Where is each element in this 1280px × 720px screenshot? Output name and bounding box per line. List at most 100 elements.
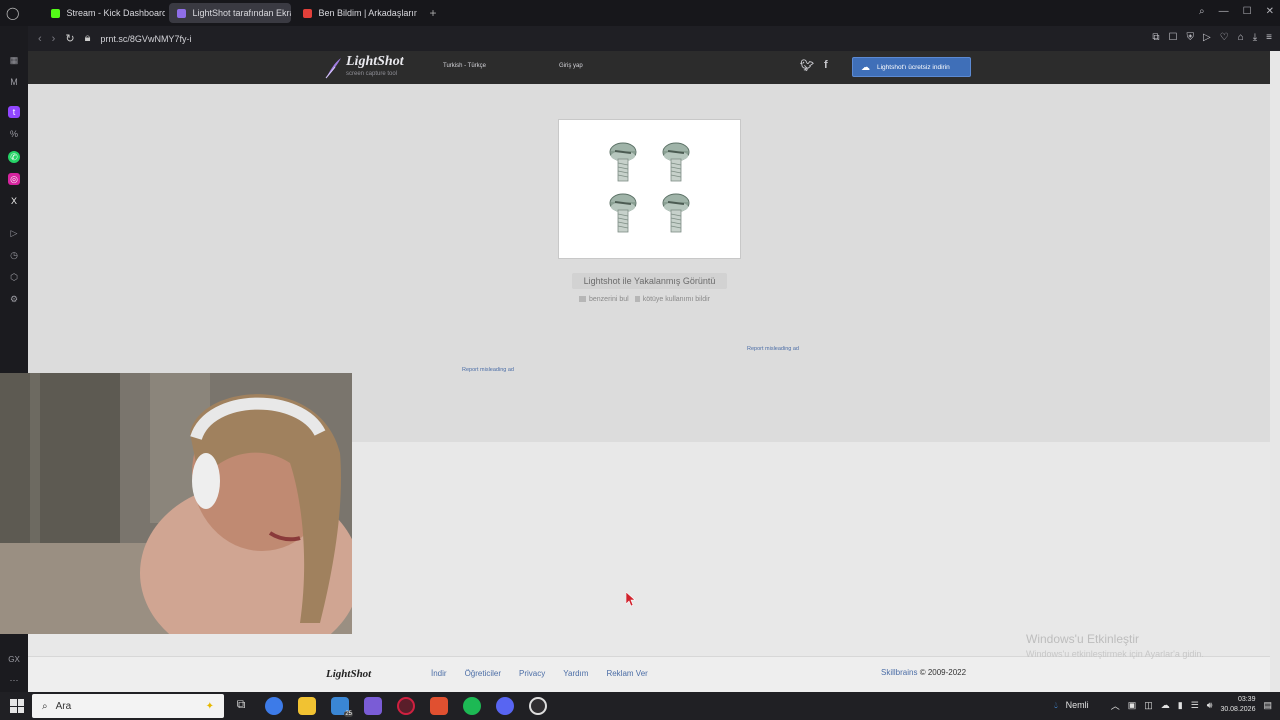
camera-icon (579, 296, 586, 303)
mouse-cursor-icon (626, 592, 636, 607)
reload-icon[interactable]: ↻ (65, 32, 74, 45)
photos-icon[interactable]: 25 (331, 697, 353, 717)
skillbrains-link[interactable]: Skillbrains (881, 668, 917, 677)
activation-subtitle: Windows'u etkinleştirmek için Ayarlar'a … (1026, 649, 1204, 659)
feather-icon (325, 58, 341, 79)
aria-icon[interactable]: M (8, 76, 20, 88)
app-red-icon[interactable] (430, 697, 448, 715)
wallet-icon[interactable]: ⌂ (1238, 32, 1244, 43)
spotify-icon[interactable] (463, 697, 481, 715)
workspace-icon[interactable]: ▦ (8, 54, 20, 66)
lock-icon: 🔒︎ (84, 32, 91, 44)
taskbar-search[interactable]: ⌕ Ara ✦ (32, 694, 224, 718)
copilot-icon[interactable] (265, 697, 283, 715)
search-tabs-icon[interactable]: ⌕ (1199, 6, 1205, 17)
copyright: Skillbrains © 2009-2022 (881, 668, 967, 677)
cloud-download-icon: ☁ (861, 61, 870, 72)
weather-label[interactable]: Nemli (1066, 700, 1089, 710)
download-icon[interactable]: ⤓ (1253, 32, 1257, 43)
back-icon[interactable]: ‹ (38, 33, 42, 45)
usb-icon[interactable]: ▮ (1178, 700, 1183, 711)
lightshot-footer: LightShot İndir Öğreticiler Privacy Yard… (28, 656, 1270, 692)
play-icon[interactable]: ▷ (1203, 32, 1211, 43)
tray-network-icon[interactable]: ◫ (1144, 700, 1153, 711)
footer-logo[interactable]: LightShot (326, 668, 371, 680)
report-abuse-link[interactable]: kötüye kullanımı bildir (634, 296, 710, 303)
more-icon[interactable]: ⋯ (8, 674, 20, 686)
screws-image (609, 142, 690, 233)
download-button-label: Lightshot'ı ücretsiz indirin (877, 63, 950, 71)
report-ad-link[interactable]: Report misleading ad (747, 346, 799, 352)
url-field[interactable]: prnt.sc/8GVwNMY7fy-i (100, 34, 191, 44)
opera-menu-icon[interactable]: ◯ (6, 3, 19, 23)
twitch-icon[interactable]: t (8, 106, 20, 118)
find-similar-link[interactable]: benzerini bul (579, 296, 629, 303)
weather-icon[interactable]: 💧︎ (1054, 700, 1058, 711)
discord-icon[interactable] (496, 697, 514, 715)
x-icon[interactable]: X (8, 195, 20, 207)
social-links: 🐦︎ f (800, 59, 828, 72)
player-icon[interactable]: ▷ (8, 227, 20, 239)
tab-lightshot[interactable]: LightShot tarafından Ekran (169, 3, 292, 23)
windows-start-icon[interactable] (10, 699, 24, 713)
twitter-icon[interactable]: 🐦︎ (800, 59, 814, 72)
footer-link-help[interactable]: Yardım (563, 669, 588, 678)
language-selector[interactable]: Turkish - Türkçe (443, 63, 486, 69)
browser-tabbar: ◯ Stream - Kick Dashboard LightShot tara… (0, 0, 1280, 26)
heart-icon[interactable]: ♡ (1220, 32, 1229, 43)
tray-overflow-icon[interactable]: ︿ (1111, 699, 1120, 712)
tray-cloud-icon[interactable]: ☁ (1161, 700, 1170, 711)
page-scrollbar[interactable] (1270, 51, 1280, 692)
extensions-icon[interactable]: ⬡ (8, 271, 20, 283)
search-placeholder: Ara (55, 700, 72, 712)
tab-kick-dashboard[interactable]: Stream - Kick Dashboard (43, 3, 165, 23)
tray-app-icon[interactable]: ▣ (1128, 700, 1137, 711)
tab-label: LightShot tarafından Ekran (192, 8, 292, 18)
task-view-icon[interactable]: ⧉ (232, 697, 250, 715)
download-lightshot-button[interactable]: ☁ Lightshot'ı ücretsiz indirin (852, 57, 971, 77)
instagram-icon[interactable]: ◎ (8, 173, 20, 185)
tab-view-icon[interactable]: ☐ (1169, 32, 1178, 43)
footer-link-privacy[interactable]: Privacy (519, 669, 545, 678)
wifi-icon[interactable]: ☰ (1191, 700, 1199, 711)
shield-icon[interactable]: ⛨ (1187, 32, 1195, 43)
windows-activation-watermark: Windows'u Etkinleştir Windows'u etkinleş… (1026, 632, 1204, 659)
history-icon[interactable]: ◷ (8, 249, 20, 261)
report-ad-link[interactable]: Report misleading ad (462, 367, 514, 373)
tab-label: Stream - Kick Dashboard (66, 8, 166, 18)
time: 03:39 (1237, 696, 1256, 703)
minimize-icon[interactable]: — (1219, 6, 1229, 17)
store-icon[interactable] (364, 697, 382, 715)
footer-link-download[interactable]: İndir (431, 669, 447, 678)
footer-link-advertise[interactable]: Reklam Ver (606, 669, 647, 678)
maximize-icon[interactable]: ☐ (1243, 6, 1252, 17)
tab-label: Ben Bildim | Arkadaşlarınla (318, 8, 418, 18)
tab-ben-bildim[interactable]: Ben Bildim | Arkadaşlarınla (295, 3, 417, 23)
footer-link-tutorials[interactable]: Öğreticiler (465, 669, 501, 678)
obs-icon[interactable] (529, 697, 547, 715)
lightshot-feather-icon (177, 8, 187, 18)
menu-icon[interactable]: ≡ (1266, 32, 1272, 43)
close-icon[interactable]: ✕ (1266, 6, 1274, 17)
footer-links: İndir Öğreticiler Privacy Yardım Reklam … (431, 669, 666, 678)
notification-icon[interactable]: ▤ (1263, 700, 1272, 711)
settings-icon[interactable]: ⚙ (8, 293, 20, 305)
flag-icon (634, 296, 640, 303)
percent-icon[interactable]: % (8, 128, 20, 140)
facebook-icon[interactable]: f (824, 59, 828, 72)
file-explorer-icon[interactable] (298, 697, 316, 715)
new-tab-button[interactable]: + (421, 3, 444, 23)
clock[interactable]: 03:39 30.08.2026 (1220, 695, 1255, 715)
captured-image[interactable] (558, 119, 741, 259)
gx-icon[interactable]: GX (8, 653, 20, 665)
whatsapp-icon[interactable]: ✆ (8, 151, 20, 163)
forward-icon[interactable]: › (52, 33, 56, 45)
copilot-sparkle-icon: ✦ (205, 700, 214, 712)
kick-icon (51, 8, 61, 18)
volume-icon[interactable]: 🔊︎ (1207, 700, 1213, 711)
opera-gx-icon[interactable] (397, 697, 415, 715)
login-link[interactable]: Giriş yap (559, 63, 583, 69)
snapshot-icon[interactable]: ⧉ (1152, 32, 1159, 43)
logo-subtitle: screen capture tool (346, 71, 398, 77)
lightshot-logo[interactable]: LightShot screen capture tool (324, 55, 404, 81)
